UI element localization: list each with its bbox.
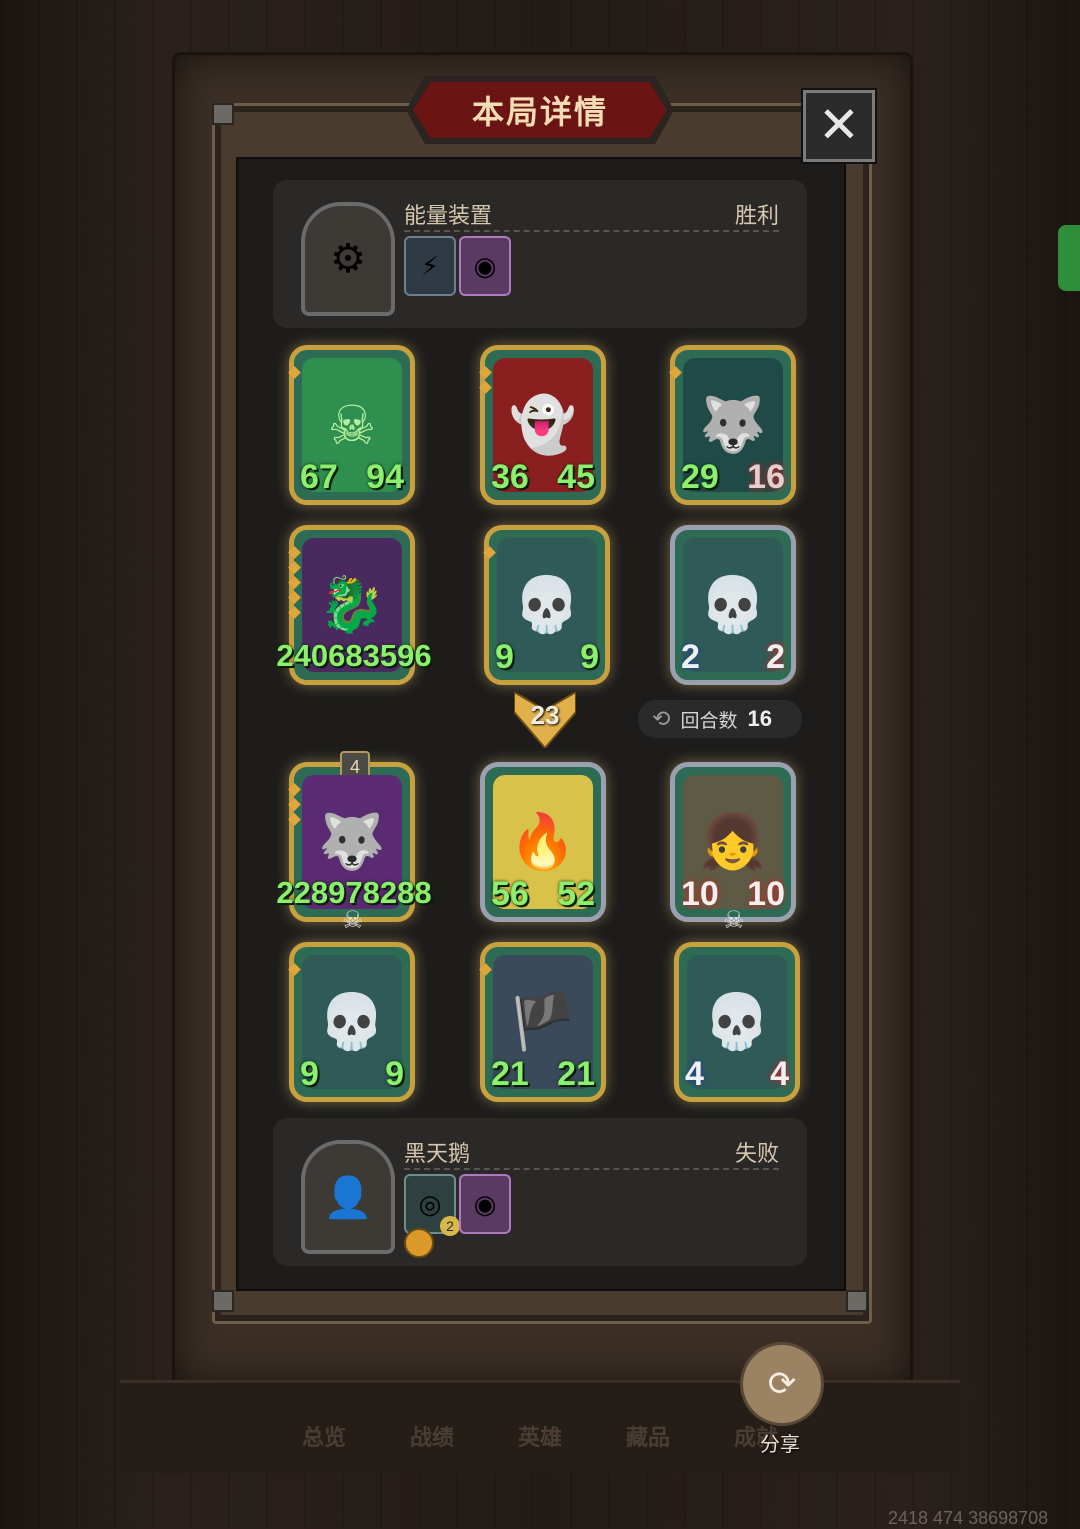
health-value: 10 [747,875,785,913]
minion-card[interactable]: ☠ 67 94 [288,345,415,505]
nav-heroes[interactable]: 英雄 [518,1420,562,1452]
share-label[interactable]: 分享 [760,1428,800,1457]
tier-pips [288,783,301,826]
page-title: 本局详情 [413,82,667,138]
gumball-machine-icon[interactable]: ◉ [459,1174,511,1234]
player-name: 黑天鹅 [404,1141,471,1166]
player-panel-top: ⚙ 能量装置 胜利 ⚡ ◉ [273,180,807,328]
attack-value: 36 [491,458,529,496]
divider [404,230,779,232]
minion-card[interactable]: 💀 2 2 [670,525,796,685]
tier-pips [479,366,492,394]
tier-pips [479,963,492,976]
radar-trinket-icon[interactable]: ◎ 2 [404,1174,460,1236]
minion-card[interactable]: 4 🐺 228978288 ☠ [276,751,432,934]
minion-card[interactable]: 🐺 29 16 [669,345,796,505]
frame-corner [212,1290,234,1312]
close-icon[interactable]: ✕ [818,97,860,153]
health-value: 52 [557,875,595,913]
nav-record[interactable]: 战绩 [410,1420,454,1452]
tier-pips [288,366,301,379]
side-tab-green[interactable] [1058,225,1080,291]
damage-value: 23 [530,700,560,730]
minion-card[interactable]: 👻 36 45 [479,345,606,505]
match-result: 失败 [734,1141,779,1166]
player-panel-bottom: 👤 黑天鹅 失败 ◎ 2 ◉ [273,1118,807,1266]
attack-value: 56 [491,875,529,913]
minion-card[interactable]: 💀 9 9 [483,525,610,685]
tier-pips [288,963,301,976]
health-value: 9 [580,638,599,676]
health-value: 16 [747,458,785,496]
tier-pips [669,366,682,379]
health-value: 2 [766,638,785,676]
tier-pips [288,546,301,619]
attack-value: 2 [681,638,700,676]
lightning-trinket-icon[interactable]: ⚡ [404,236,456,296]
round-refresh-icon: ⟲ [652,706,671,731]
divider [404,1168,779,1170]
round-count: ⟲ 回合数 16 [638,700,802,738]
hooded-portrait-icon[interactable]: 👤 [301,1140,395,1254]
share-icon[interactable]: ⟳ [768,1365,797,1403]
minion-card[interactable]: 💀 4 4 [674,942,800,1102]
nav-collection[interactable]: 藏品 [626,1420,670,1452]
gumball-machine-icon[interactable]: ◉ [459,236,511,296]
minion-card[interactable]: 🔥 56 52 [480,762,606,922]
health-value: 4 [770,1055,789,1093]
attack-value: 10 [681,875,719,913]
health-value: 94 [366,458,404,496]
minion-card[interactable]: 👧 10 10 ☠ [670,762,796,934]
attack-value: 9 [300,1055,319,1093]
minion-card[interactable]: 💀 9 9 [288,942,415,1102]
item-count: 2 [440,1216,460,1236]
minion-card[interactable]: 🏴 21 21 [479,942,606,1102]
deathrattle-skull-icon: ☠ [723,907,745,934]
health-value: 9 [385,1055,404,1093]
frame-corner [846,1290,868,1312]
health-value: 45 [557,458,595,496]
tier-pips [483,546,496,559]
round-value: 16 [747,706,772,731]
deathrattle-skull-icon: ☠ [342,907,364,934]
attack-value: 9 [495,638,514,676]
player-name: 能量装置 [404,203,493,228]
attack-value: 67 [300,458,338,496]
footer-id: 2418 474 38698708 [888,1508,1049,1528]
nav-overview[interactable]: 总览 [302,1420,346,1452]
machine-portrait-icon[interactable]: ⚙ [301,202,395,316]
attack-value: 21 [491,1055,529,1093]
close-button[interactable]: ✕ [803,90,875,162]
health-value: 21 [557,1055,595,1093]
coin-token-icon[interactable] [404,1228,434,1258]
frame-corner [212,103,234,125]
attack-value: 29 [681,458,719,496]
minion-card[interactable]: 🐉 240683596 [276,525,432,685]
round-label: 回合数 [680,710,738,732]
share-button[interactable]: ⟳ [740,1342,824,1426]
attack-value: 4 [685,1055,704,1093]
attack-value: 240683596 [276,638,432,673]
match-result: 胜利 [734,203,779,228]
